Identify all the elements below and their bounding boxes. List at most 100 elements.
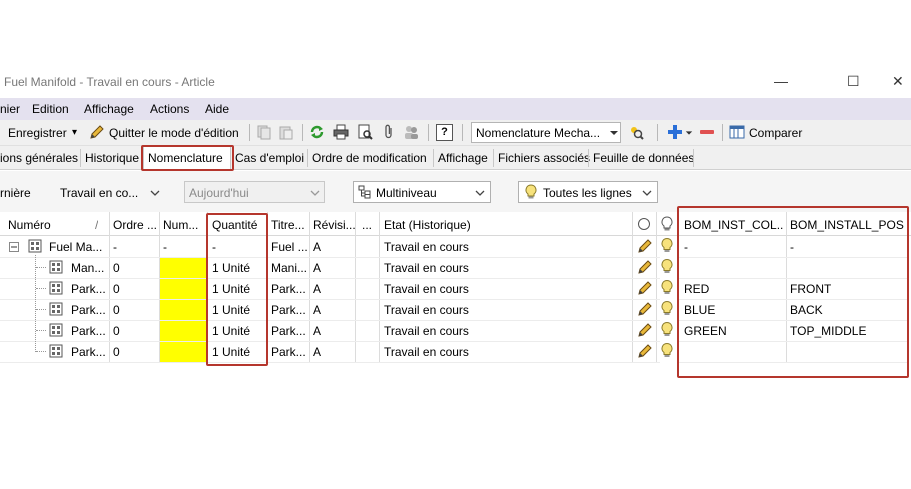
tab-divider — [433, 149, 434, 167]
tab-affichage[interactable]: Affichage — [438, 151, 488, 165]
tab-divider — [693, 149, 694, 167]
help-icon[interactable]: ? — [436, 124, 453, 141]
save-dropdown-arrow[interactable]: ▾ — [72, 127, 77, 138]
cell-titre: Park... — [271, 324, 306, 338]
cell-revision: A — [313, 303, 322, 317]
chevron-down-icon[interactable] — [685, 129, 693, 137]
tab-ordre-de-modification[interactable]: Ordre de modification — [312, 151, 427, 165]
toolbar-separator — [462, 124, 463, 141]
menu-file[interactable]: nier — [0, 102, 20, 116]
copy-icon[interactable] — [256, 124, 272, 140]
column-header-ordre[interactable]: Ordre ... — [113, 218, 157, 232]
chevron-down-icon — [475, 190, 485, 196]
tab-historique[interactable]: Historique — [85, 151, 139, 165]
menu-aide[interactable]: Aide — [205, 102, 229, 116]
view-select-value: Nomenclature Mecha... — [476, 126, 601, 140]
edit-pencil-icon[interactable] — [637, 301, 653, 317]
column-header-etat[interactable]: Etat (Historique) — [384, 218, 471, 232]
cell-etat: Travail en cours — [384, 303, 469, 317]
close-button[interactable]: ✕ — [892, 73, 904, 89]
quit-edit-mode-button[interactable]: Quitter le mode d'édition — [109, 126, 239, 140]
lightbulb-icon — [661, 300, 673, 315]
cell-numero: Park... — [71, 303, 106, 317]
menu-bar — [0, 98, 911, 120]
edit-pencil-icon[interactable] — [637, 259, 653, 275]
toolbar-separator — [722, 124, 723, 141]
lightbulb-icon — [661, 279, 673, 294]
cell-num-highlight — [160, 342, 207, 362]
toolbar-separator — [249, 124, 250, 141]
cell-ordre: 0 — [113, 324, 120, 338]
column-header-numero[interactable]: Numéro — [8, 218, 51, 232]
menu-actions[interactable]: Actions — [150, 102, 189, 116]
edit-pencil-icon[interactable] — [637, 280, 653, 296]
cell-revision: A — [313, 282, 322, 296]
cell-numero: Park... — [71, 345, 106, 359]
tree-connector — [36, 309, 46, 310]
tab-fichiers-associes[interactable]: Fichiers associés — [498, 151, 590, 165]
cell-etat: Travail en cours — [384, 345, 469, 359]
cell-revision: A — [313, 324, 322, 338]
pencil-icon — [90, 125, 104, 139]
compare-icon[interactable] — [729, 124, 745, 140]
revision-label: rnière — [0, 186, 31, 200]
cell-ordre: 0 — [113, 303, 120, 317]
toolbar-separator — [302, 124, 303, 141]
edit-pencil-icon[interactable] — [637, 238, 653, 254]
lightbulb-icon — [661, 342, 673, 357]
column-header-revision[interactable]: Révisi... — [313, 218, 355, 232]
cell-numero: Man... — [71, 261, 105, 275]
cell-num-highlight — [160, 300, 207, 320]
cell-etat: Travail en cours — [384, 240, 469, 254]
find-icon[interactable] — [628, 124, 644, 140]
tree-connector — [36, 288, 46, 289]
part-icon — [49, 302, 63, 316]
part-icon — [49, 323, 63, 337]
annotation-box-nomenclature-tab — [141, 145, 234, 171]
state-select-value: Travail en co... — [60, 186, 139, 200]
tab-divider — [80, 149, 81, 167]
cell-revision: A — [313, 261, 322, 275]
column-header-num[interactable]: Num... — [163, 218, 205, 232]
tree-connector — [36, 351, 46, 352]
maximize-button[interactable]: ☐ — [847, 73, 860, 89]
chevron-down-icon — [642, 190, 652, 196]
column-header-more[interactable]: ... — [362, 218, 372, 232]
cell-titre: Park... — [271, 303, 306, 317]
cell-numero: Fuel Ma... — [49, 240, 103, 254]
menu-edition[interactable]: Edition — [32, 102, 69, 116]
remove-icon[interactable] — [699, 124, 715, 140]
tab-feuille-de-donnees[interactable]: Feuille de données — [593, 151, 694, 165]
users-icon[interactable] — [403, 124, 419, 140]
cell-ordre: 0 — [113, 261, 120, 275]
row-divider — [0, 362, 660, 363]
cell-titre: Mani... — [271, 261, 307, 275]
cell-ordre: 0 — [113, 282, 120, 296]
paste-icon[interactable] — [278, 124, 294, 140]
toolbar-separator — [657, 124, 658, 141]
add-icon[interactable] — [667, 124, 683, 140]
tab-informations-generales[interactable]: ions générales — [0, 151, 78, 165]
menu-affichage[interactable]: Affichage — [84, 102, 134, 116]
tab-divider — [588, 149, 589, 167]
compare-button[interactable]: Comparer — [749, 126, 802, 140]
cell-titre: Fuel ... — [271, 240, 307, 254]
column-header-titre[interactable]: Titre... — [271, 218, 307, 232]
attach-icon[interactable] — [381, 124, 397, 140]
refresh-icon[interactable] — [309, 124, 325, 140]
sort-indicator: / — [95, 218, 99, 232]
annotation-box-bom-columns — [677, 206, 909, 378]
print-preview-icon[interactable] — [357, 124, 373, 140]
cell-num-highlight — [160, 321, 207, 341]
save-button[interactable]: Enregistrer — [8, 126, 67, 140]
minimize-button[interactable]: — — [774, 73, 788, 89]
print-icon[interactable] — [333, 124, 349, 140]
tree-connector — [36, 267, 46, 268]
lightbulb-icon — [525, 184, 537, 199]
window-title: Fuel Manifold - Travail en cours - Artic… — [4, 75, 215, 89]
tab-cas-d-emploi[interactable]: Cas d'emploi — [235, 151, 304, 165]
edit-pencil-icon[interactable] — [637, 322, 653, 338]
edit-pencil-icon[interactable] — [637, 343, 653, 359]
tree-collapse-icon[interactable] — [9, 242, 19, 252]
part-icon — [49, 344, 63, 358]
